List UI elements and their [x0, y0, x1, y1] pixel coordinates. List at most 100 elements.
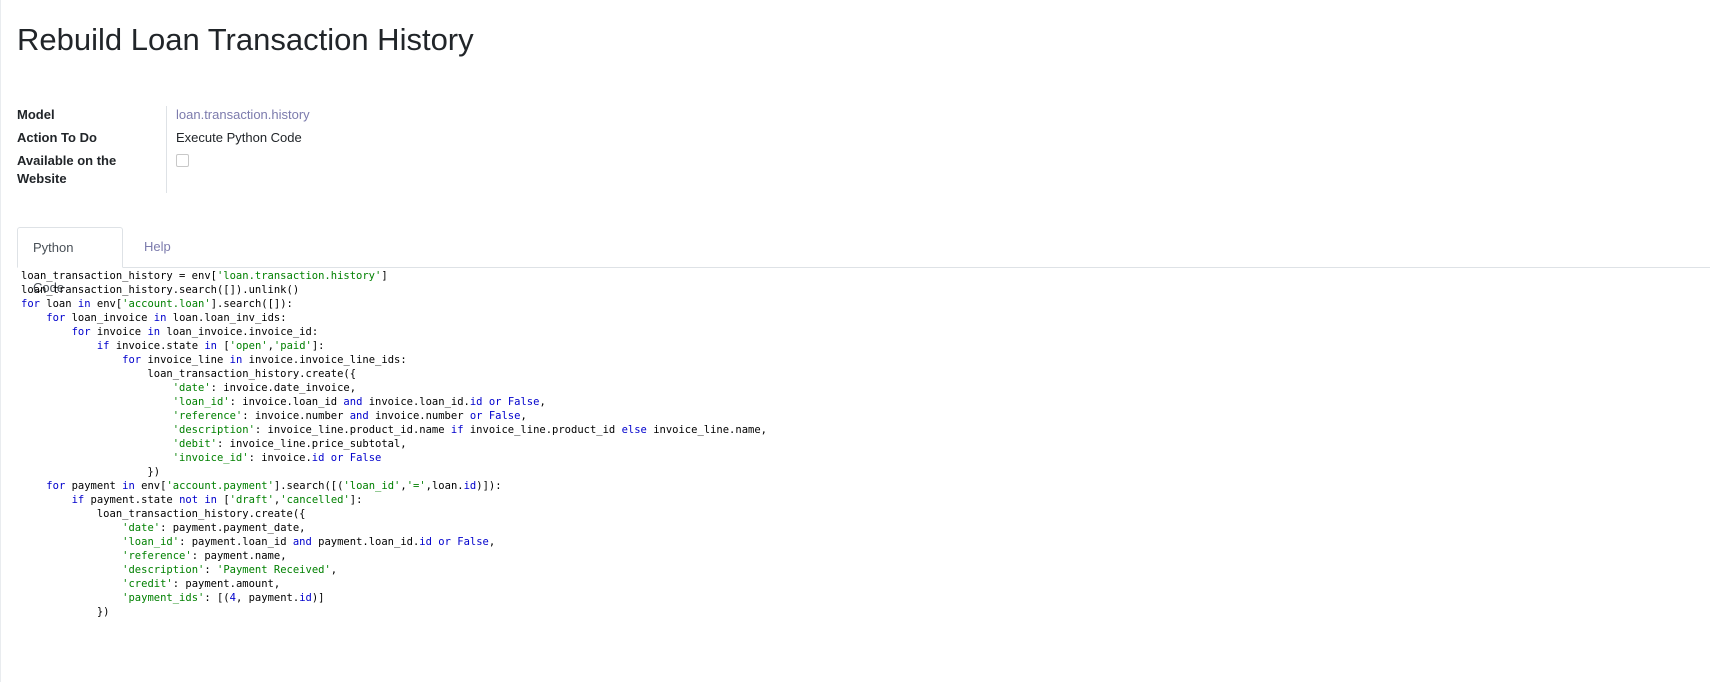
notebook-tabs: Python Code Help — [17, 227, 1710, 295]
code-text: loan.loan_inv_ids: — [166, 312, 287, 324]
code-keyword: in — [153, 312, 167, 324]
code-text: ]: — [349, 494, 363, 506]
code-text: loan_invoice — [65, 312, 154, 324]
code-keyword: id — [419, 536, 432, 548]
code-line: 'description': 'Payment Received', — [21, 564, 337, 576]
model-link[interactable]: loan.transaction.history — [167, 106, 577, 129]
code-text: : payment.payment_date, — [160, 522, 306, 534]
code-text: loan_transaction_history.create({ — [21, 368, 357, 380]
code-line: loan_transaction_history = env['loan.tra… — [21, 270, 388, 282]
code-string: 'debit' — [172, 438, 217, 450]
code-string: 'invoice_id' — [172, 452, 249, 464]
code-line: for loan in env['account.loan'].search([… — [21, 298, 293, 310]
code-keyword: or — [438, 536, 451, 548]
code-text: loan_transaction_history.search([]).unli… — [21, 284, 300, 296]
code-string: 'paid' — [273, 340, 312, 352]
code-line: for invoice in loan_invoice.invoice_id: — [21, 326, 319, 338]
code-keyword: id — [463, 480, 477, 492]
code-keyword: in — [147, 326, 161, 338]
python-code-block[interactable]: loan_transaction_history = env['loan.tra… — [17, 268, 1710, 619]
code-keyword: for — [46, 312, 66, 324]
code-text: payment — [65, 480, 123, 492]
website-label: Available on the Website — [17, 152, 167, 193]
code-keyword: or — [488, 396, 502, 408]
code-text: env[ — [134, 480, 167, 492]
code-text: : payment.loan_id — [179, 536, 293, 548]
code-text: loan — [39, 298, 78, 310]
tab-help[interactable]: Help — [129, 227, 186, 267]
code-keyword: for — [71, 326, 91, 338]
code-line: 'loan_id': payment.loan_id and payment.l… — [21, 536, 495, 548]
code-string: 'reference' — [122, 550, 192, 562]
code-editor[interactable]: loan_transaction_history = env['loan.tra… — [17, 268, 1710, 682]
code-line: 'reference': invoice.number and invoice.… — [21, 410, 527, 422]
code-text: ] — [381, 270, 388, 282]
code-line: 'payment_ids': [(4, payment.id)] — [21, 592, 325, 604]
code-string: 'reference' — [172, 410, 243, 422]
tab-python-code[interactable]: Python Code — [17, 227, 123, 295]
code-text: ]: — [311, 340, 325, 352]
code-text: loan_transaction_history = env[ — [21, 270, 217, 282]
code-string: 'description' — [172, 424, 255, 436]
code-text: }) — [21, 606, 110, 618]
code-string: 'account.loan' — [122, 298, 211, 310]
code-text: , payment. — [235, 592, 300, 604]
page-title: Rebuild Loan Transaction History — [17, 22, 474, 57]
code-text: )] — [311, 592, 325, 604]
code-text: : invoice. — [248, 452, 312, 464]
code-string: 'Payment Received' — [217, 564, 331, 576]
code-text: : payment.amount, — [172, 578, 281, 590]
action-label: Action To Do — [17, 129, 167, 152]
code-text: , — [330, 564, 338, 576]
code-text: ].search([]): — [210, 298, 293, 310]
website-checkbox-cell — [167, 152, 577, 193]
code-keyword: not in — [179, 494, 217, 506]
code-line: 'reference': payment.name, — [21, 550, 286, 562]
code-keyword: and — [343, 396, 363, 408]
code-string: 'open' — [229, 340, 268, 352]
code-string: 'payment_ids' — [122, 592, 205, 604]
code-text: ].search([( — [273, 480, 344, 492]
code-keyword: or — [330, 452, 344, 464]
code-text: invoice_line — [141, 354, 230, 366]
field-group: Model loan.transaction.history Action To… — [17, 106, 577, 193]
code-string: 'date' — [172, 382, 211, 394]
code-text: loan_transaction_history.create({ — [21, 508, 306, 520]
code-string: 'loan.transaction.history' — [216, 270, 382, 282]
code-text: : invoice.number — [242, 410, 350, 422]
code-line: loan_transaction_history.search([]).unli… — [21, 284, 299, 296]
code-string: '=' — [406, 480, 426, 492]
code-keyword: or — [469, 410, 483, 422]
code-keyword: id — [311, 452, 325, 464]
code-string: 'cancelled' — [280, 494, 350, 506]
code-text: env[ — [90, 298, 123, 310]
code-text: payment.state — [84, 494, 180, 506]
code-keyword: False — [349, 452, 382, 464]
code-text: [ — [217, 494, 230, 506]
code-keyword: id — [469, 396, 483, 408]
code-line: 'loan_id': invoice.loan_id and invoice.l… — [21, 396, 546, 408]
code-text: invoice.state — [109, 340, 205, 352]
website-checkbox[interactable] — [176, 154, 189, 167]
code-text: }) — [21, 466, 161, 478]
code-text: , — [488, 536, 496, 548]
code-text: invoice_line.name, — [646, 424, 767, 436]
code-text: ,loan. — [425, 480, 464, 492]
code-keyword: id — [299, 592, 312, 604]
code-string: 'date' — [122, 522, 161, 534]
code-keyword: in — [122, 480, 135, 492]
code-string: 'loan_id' — [172, 396, 230, 408]
code-line: if payment.state not in ['draft','cancel… — [21, 494, 363, 506]
code-line: loan_transaction_history.create({ — [21, 368, 356, 380]
